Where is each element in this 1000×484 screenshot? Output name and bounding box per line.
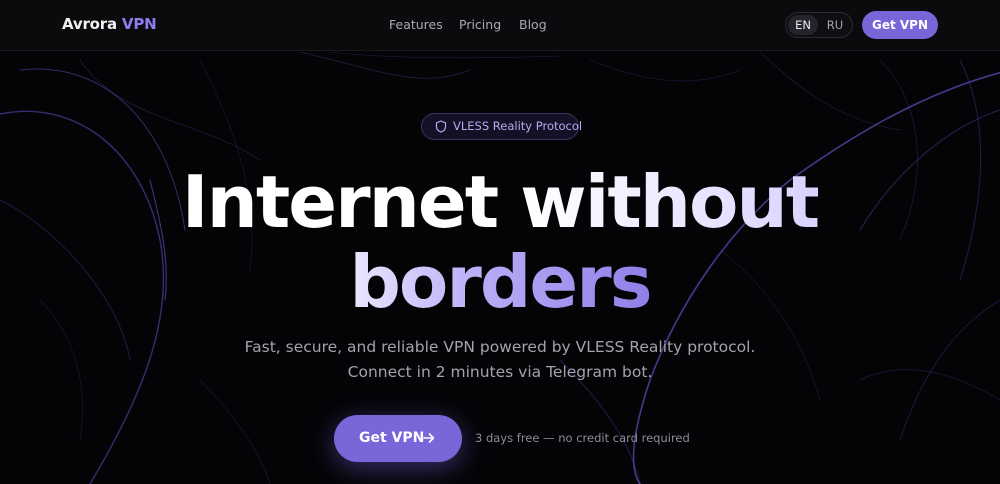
language-switcher: EN RU — [785, 12, 853, 38]
hero-get-vpn-button[interactable]: Get VPN — [334, 415, 462, 462]
hero-subtitle-line2: Connect in 2 minutes via Telegram bot. — [347, 362, 653, 381]
nav-link-blog[interactable]: Blog — [519, 17, 547, 32]
language-option-ru[interactable]: RU — [820, 15, 850, 35]
hero-title: Internet without borders — [0, 162, 1000, 322]
arrow-right-icon — [423, 433, 435, 443]
nav-link-features[interactable]: Features — [389, 17, 443, 32]
hero-title-line1: Internet without — [181, 160, 820, 244]
language-option-en[interactable]: EN — [788, 15, 818, 35]
hero-subtitle: Fast, secure, and reliable VPN powered b… — [0, 335, 1000, 384]
hero-title-line2: borders — [349, 240, 652, 324]
badge-label: VLESS Reality Protocol — [453, 119, 583, 133]
page: Avrora VPN Features Pricing Blog EN RU G… — [0, 0, 1000, 484]
shield-icon — [435, 120, 447, 133]
cta-label: Get VPN — [359, 430, 425, 446]
header-get-vpn-button[interactable]: Get VPN — [862, 11, 938, 39]
hero-subtitle-line1: Fast, secure, and reliable VPN powered b… — [244, 338, 756, 356]
free-trial-note: 3 days free — no credit card required — [475, 431, 690, 445]
protocol-badge: VLESS Reality Protocol — [421, 113, 583, 140]
top-navbar: Avrora VPN Features Pricing Blog EN RU G… — [0, 0, 1000, 51]
nav-link-pricing[interactable]: Pricing — [459, 17, 501, 32]
